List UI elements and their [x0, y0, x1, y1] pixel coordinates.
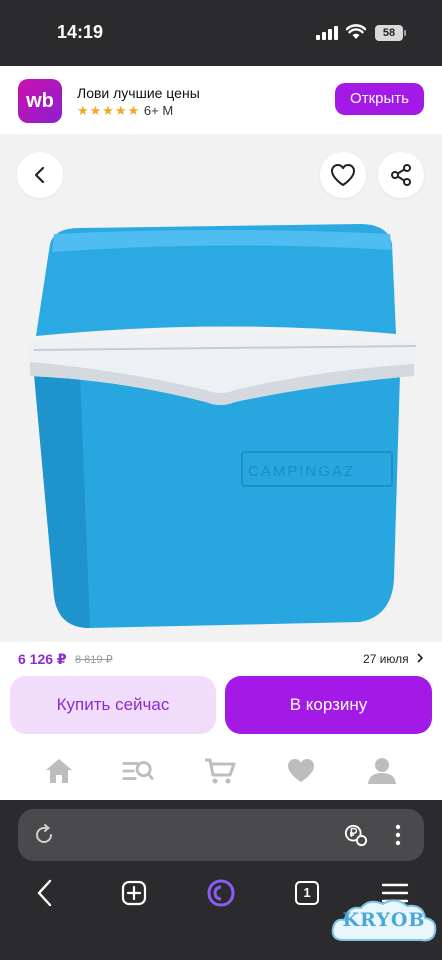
chevron-left-icon: [34, 166, 45, 184]
back-arrow-icon: [37, 879, 52, 907]
share-button[interactable]: [378, 152, 424, 198]
status-time: 14:19: [57, 22, 104, 42]
product-gallery[interactable]: CAMPINGAZ: [0, 134, 442, 642]
add-to-cart-button[interactable]: В корзину: [225, 676, 432, 734]
favorite-button[interactable]: [320, 152, 366, 198]
home-icon: [46, 759, 72, 783]
nav-profile[interactable]: [366, 755, 398, 787]
nav-catalog[interactable]: [122, 755, 154, 787]
chevron-right-icon: [417, 653, 424, 663]
cart-icon: [205, 758, 236, 784]
purchase-panel: 6 126 ₽ 8 819 ₽ 27 июля Купить сейчас В …: [0, 642, 442, 742]
current-price: 6 126 ₽: [18, 651, 67, 667]
brand-emboss: CAMPINGAZ: [248, 463, 355, 480]
nav-favorites[interactable]: [285, 755, 317, 787]
profile-icon: [368, 758, 396, 784]
open-app-button[interactable]: Открыть: [335, 83, 424, 115]
app-install-banner: wb Лови лучшие цены ★★★★★ 6+ M Открыть: [0, 66, 442, 134]
new-tab-button[interactable]: [119, 878, 149, 908]
browser-back-button[interactable]: [30, 878, 60, 908]
back-button[interactable]: [17, 152, 63, 198]
watermark-text: KRYOB: [342, 909, 426, 931]
nav-cart[interactable]: [204, 755, 236, 787]
more-vertical-icon: [395, 824, 401, 846]
tab-count: 1: [295, 881, 319, 905]
delivery-date-label: 27 июля: [363, 652, 409, 666]
battery-indicator: 58: [375, 25, 406, 41]
status-bar: 14:19 58: [0, 0, 442, 66]
rating-stars-icon: ★★★★★: [77, 103, 141, 118]
cashback-button[interactable]: [344, 823, 368, 847]
ruble-coin-icon: [344, 824, 368, 847]
reload-button[interactable]: [32, 823, 56, 847]
browser-menu-button[interactable]: [386, 823, 410, 847]
delivery-date[interactable]: 27 июля: [363, 652, 424, 666]
alice-icon: [207, 879, 235, 907]
banner-title: Лови лучшие цены: [77, 85, 200, 101]
plus-square-icon: [121, 880, 147, 906]
wifi-icon: [346, 24, 366, 39]
alice-assistant-button[interactable]: [206, 878, 236, 908]
reload-icon: [36, 824, 52, 843]
watermark: KRYOB: [329, 896, 439, 950]
banner-rating: ★★★★★ 6+ M: [77, 103, 173, 119]
address-bar[interactable]: [18, 809, 424, 861]
age-rating: 6+ M: [143, 103, 174, 118]
tabs-button[interactable]: 1: [292, 878, 322, 908]
buy-now-button[interactable]: Купить сейчас: [10, 676, 216, 734]
favorites-icon: [288, 759, 314, 782]
heart-icon: [331, 164, 355, 186]
signal-icon: [316, 26, 340, 40]
share-icon: [391, 164, 411, 186]
nav-home[interactable]: [43, 755, 75, 787]
old-price: 8 819 ₽: [75, 654, 113, 666]
bottom-navigation: [0, 742, 442, 800]
cooler-box-image: CAMPINGAZ: [30, 224, 417, 628]
catalog-search-icon: [122, 761, 154, 780]
wb-logo: wb: [18, 79, 62, 123]
